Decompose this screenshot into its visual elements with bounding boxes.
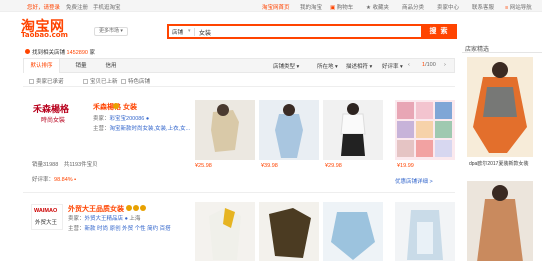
product-photo [323, 202, 383, 261]
info-icon [25, 49, 30, 54]
shop-card: 禾森楊格 時尚女裝 禾森楊格 女装 卖家：彩宝宝200086 ● 主营：淘宝新款… [23, 88, 455, 193]
tab-default-sort[interactable]: 默认排序 [24, 59, 60, 73]
checkbox-new-items[interactable]: 宝贝已上新 [83, 77, 118, 85]
search-input[interactable]: 女装 [199, 28, 211, 37]
main-business: 主营：淘宝新款时尚女装,女装,上衣,女... [93, 126, 191, 132]
rating-badge-icon: ▪ [74, 177, 77, 183]
my-taobao-link[interactable]: 我的淘宝 [300, 3, 322, 11]
product-image[interactable] [323, 202, 383, 261]
product-image[interactable] [259, 100, 319, 160]
shop-logo[interactable]: WAIMAO 外贸大王 [31, 204, 63, 230]
sort-filter-bar: 默认排序 销量 信用 店铺类型 ▾ 所在地 ▾ 描述相符 ▾ 好评率 ▾ ‹ 1… [23, 58, 455, 73]
site-nav-link[interactable]: ≡ 网站导航 [505, 3, 532, 11]
logo-en-text: Taobao.com [21, 31, 68, 39]
crown-icon [133, 205, 139, 211]
product-image[interactable] [395, 202, 455, 261]
recommended-product-image[interactable] [467, 181, 533, 261]
crown-icon [113, 103, 119, 109]
seller-link[interactable]: 外贸大王精品店 [85, 216, 124, 222]
cart-icon: ▣ [330, 5, 336, 11]
shop-card: WAIMAO 外贸大王 外贸大王品质女装 卖家：外贸大王精品店 ● 上海 主营：… [23, 194, 455, 261]
product-photo [195, 100, 255, 160]
checkbox-featured[interactable]: 特色店铺 [121, 77, 150, 85]
checkbox-icon [29, 79, 34, 84]
results-count: 找到相关店铺 1452890 家 [32, 50, 96, 56]
product-photo [395, 202, 455, 261]
product-photo [259, 100, 319, 160]
seller-info: 卖家：外贸大王精品店 ● 上海 [68, 216, 141, 222]
checkbox-icon [83, 79, 88, 84]
product-price: ¥29.98 [325, 163, 342, 169]
shop-name-link[interactable]: 外贸大王品质女装 [68, 204, 124, 214]
checkbox-filters: 卖家已承诺 宝贝已上新 特色店铺 [23, 74, 455, 87]
shop-logo[interactable]: 禾森楊格 時尚女裝 [31, 102, 87, 127]
product-image[interactable] [259, 202, 319, 261]
wangwang-icon[interactable]: ● [125, 216, 128, 222]
star-icon: ★ [366, 5, 371, 11]
checkbox-icon [121, 79, 126, 84]
checkbox-promised[interactable]: 卖家已承诺 [29, 77, 64, 85]
product-image[interactable] [195, 202, 255, 261]
product-photo [259, 202, 319, 261]
seller-info: 卖家：彩宝宝200086 ● [93, 116, 150, 122]
product-price: ¥39.98 [261, 163, 278, 169]
chevron-down-icon[interactable]: ▾ [188, 28, 191, 34]
recommended-sidebar: dpa欧尔2017夏装新款女装 [462, 52, 542, 261]
filter-description[interactable]: 描述相符 ▾ [346, 62, 372, 70]
shop-details-link[interactable]: 优惠店铺详细 > [395, 177, 433, 185]
crown-icon [126, 205, 132, 211]
filter-location[interactable]: 所在地 ▾ [317, 62, 338, 70]
product-image[interactable] [395, 100, 455, 160]
product-image[interactable] [323, 100, 383, 160]
prev-page-icon[interactable]: ‹ [408, 62, 410, 68]
next-page-icon[interactable]: › [444, 62, 446, 68]
search-type-selector[interactable]: 店铺 [172, 28, 183, 36]
product-image[interactable] [195, 100, 255, 160]
filter-shop-type[interactable]: 店铺类型 ▾ [273, 62, 299, 70]
tab-credit[interactable]: 信用 [100, 59, 122, 73]
taobao-home-link[interactable]: 淘宝网首页 [262, 3, 290, 11]
categories-link[interactable]: 商品分类 [402, 3, 424, 11]
login-link[interactable]: 您好，请登录 [27, 3, 60, 11]
product-photo [467, 57, 533, 157]
search-bar: 店铺 ▾ 女装 搜 索 [167, 24, 457, 39]
seller-link[interactable]: 彩宝宝200086 [110, 116, 145, 122]
recommended-product-image[interactable] [467, 57, 533, 157]
page-indicator: 1/100 [422, 62, 436, 68]
register-link[interactable]: 免费注册 [66, 3, 88, 11]
main-business: 主营：新款 时尚 原创 外贸 个性 简约 百搭 [68, 226, 171, 232]
sales-info: 销量31988 共1193件宝贝 [32, 162, 98, 168]
mobile-taobao-link[interactable]: 手机逛淘宝 [93, 3, 121, 11]
recommended-caption[interactable]: dpa欧尔2017夏装新款女装 [469, 160, 528, 167]
seller-center-link[interactable]: 卖家中心 [437, 3, 459, 11]
product-photo [323, 100, 383, 160]
product-price: ¥19.99 [397, 163, 414, 169]
site-top-bar: 您好，请登录 免费注册 手机逛淘宝 淘宝网首页 我的淘宝 ▣ 购物车 ★ 收藏夹… [0, 0, 542, 12]
product-photo [467, 181, 533, 261]
taobao-logo[interactable]: 淘宝网 Taobao.com [21, 16, 81, 39]
menu-icon: ≡ [505, 5, 509, 11]
wangwang-icon[interactable]: ● [146, 116, 149, 122]
more-markets-button[interactable]: 更多市场 ▾ [94, 27, 128, 36]
search-button[interactable]: 搜 索 [421, 24, 457, 39]
cart-link[interactable]: ▣ 购物车 [330, 3, 353, 11]
crown-icon [140, 205, 146, 211]
product-photo [195, 202, 255, 261]
product-photo [395, 100, 455, 160]
product-price: ¥25.98 [195, 163, 212, 169]
filter-rating[interactable]: 好评率 ▾ [382, 62, 403, 70]
tab-sales[interactable]: 销量 [70, 59, 92, 73]
favorites-link[interactable]: ★ 收藏夹 [366, 3, 389, 11]
divider [194, 28, 195, 36]
rating-info: 好评率：98.84% ▪ [32, 177, 77, 183]
contact-service-link[interactable]: 联系客服 [472, 3, 494, 11]
